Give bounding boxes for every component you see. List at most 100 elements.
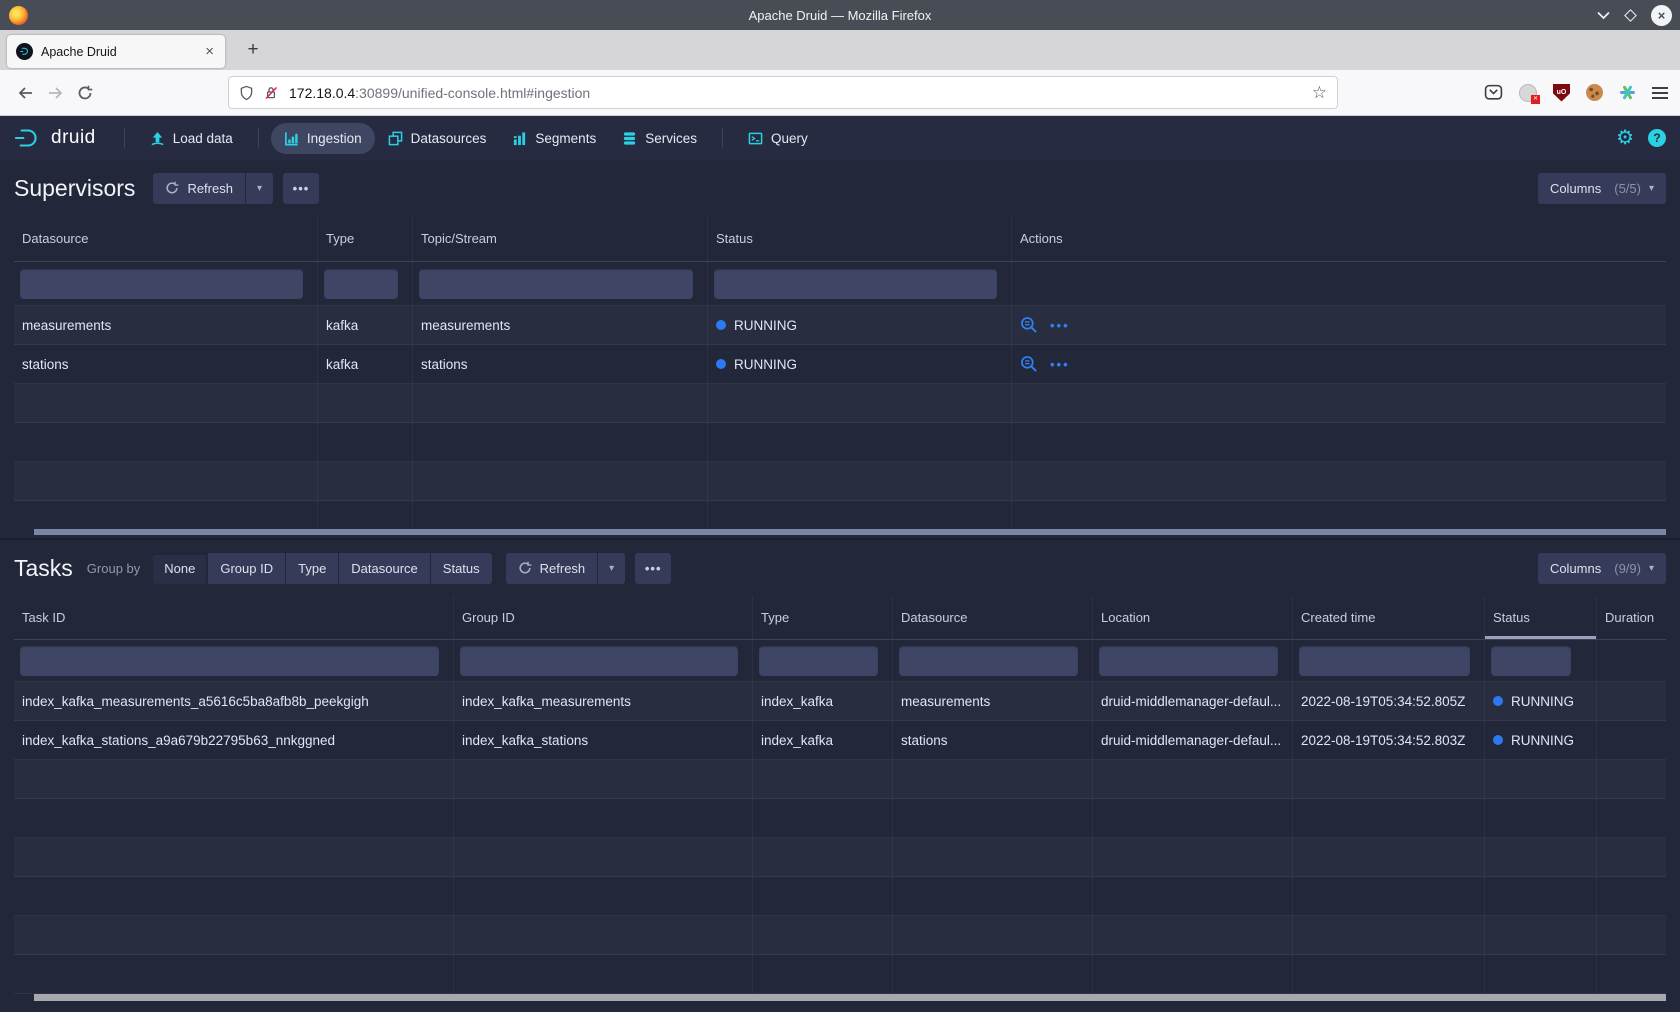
settings-gear-icon[interactable]: ⚙ <box>1616 128 1634 148</box>
tab-strip: Apache Druid × + <box>0 30 1680 70</box>
maximize-icon[interactable] <box>1624 9 1637 22</box>
status-filter-input[interactable] <box>1491 646 1571 676</box>
column-header[interactable]: Duration <box>1597 596 1666 639</box>
new-tab-button[interactable]: + <box>238 35 268 65</box>
url-bar[interactable]: 172.18.0.4:30899/unified-console.html#in… <box>228 76 1338 109</box>
shield-icon[interactable] <box>239 85 254 101</box>
refresh-label: Refresh <box>187 181 233 196</box>
columns-count: (9/9) <box>1614 561 1641 576</box>
type-filter-input[interactable] <box>759 646 878 676</box>
column-header[interactable]: Group ID <box>454 596 753 639</box>
cookie-extension-icon[interactable] <box>1586 84 1603 101</box>
supervisors-refresh-caret[interactable]: ▾ <box>246 173 273 204</box>
bookmark-star-icon[interactable]: ☆ <box>1312 83 1327 103</box>
group-by-none-button[interactable]: None <box>152 553 207 584</box>
column-header[interactable]: Location <box>1093 596 1293 639</box>
column-header[interactable]: Actions <box>1012 216 1666 261</box>
tab-title: Apache Druid <box>41 45 203 59</box>
tab-close-icon[interactable]: × <box>203 43 216 60</box>
supervisors-refresh-button[interactable]: Refresh <box>153 173 245 204</box>
topic-cell: measurements <box>413 306 708 344</box>
insecure-lock-icon[interactable] <box>263 85 279 101</box>
nav-item-query[interactable]: Query <box>735 123 821 154</box>
column-header[interactable]: Datasource <box>14 216 318 261</box>
group-by-type-button[interactable]: Type <box>286 553 338 584</box>
window-close-icon[interactable]: × <box>1651 5 1672 26</box>
scrollbar-thumb[interactable] <box>34 994 1666 1001</box>
druid-logo-icon <box>14 127 44 149</box>
supervisor-row[interactable]: measurements kafka measurements RUNNING … <box>14 306 1666 345</box>
datasource-filter-input[interactable] <box>899 646 1078 676</box>
group-id-filter-input[interactable] <box>460 646 738 676</box>
window-titlebar: Apache Druid — Mozilla Firefox × <box>0 0 1680 30</box>
column-header[interactable]: Type <box>753 596 893 639</box>
created-time-filter-input[interactable] <box>1299 646 1470 676</box>
nav-item-label: Segments <box>535 131 596 146</box>
supervisors-header: Supervisors Refresh ▾ ••• Columns(5/5) ▾ <box>0 160 1680 216</box>
row-more-actions-icon[interactable]: ••• <box>1050 357 1070 372</box>
inspect-magnifier-icon[interactable] <box>1020 355 1038 373</box>
columns-count: (5/5) <box>1614 181 1641 196</box>
druid-logo[interactable]: druid <box>14 127 96 149</box>
minimize-icon[interactable] <box>1597 11 1610 20</box>
nav-item-datasources[interactable]: Datasources <box>375 123 500 154</box>
supervisors-columns-button[interactable]: Columns(5/5) ▾ <box>1538 173 1666 204</box>
scrollbar-thumb[interactable] <box>34 529 1666 535</box>
extension-sparkle-icon[interactable] <box>1619 84 1636 101</box>
forward-button[interactable] <box>40 78 70 108</box>
nav-item-ingestion[interactable]: Ingestion <box>271 123 375 154</box>
supervisors-horizontal-scrollbar[interactable] <box>14 528 1666 536</box>
query-icon <box>748 131 763 146</box>
tasks-header: Tasks Group by None Group ID Type Dataso… <box>0 540 1680 596</box>
column-header[interactable]: Datasource <box>893 596 1093 639</box>
nav-item-segments[interactable]: Segments <box>499 123 609 154</box>
extension-disabled-icon[interactable] <box>1519 84 1537 102</box>
group-by-datasource-button[interactable]: Datasource <box>339 553 429 584</box>
back-button[interactable] <box>10 78 40 108</box>
datasource-filter-input[interactable] <box>20 269 303 299</box>
reload-button[interactable] <box>70 78 100 108</box>
browser-tab[interactable]: Apache Druid × <box>7 35 225 68</box>
tasks-refresh-button[interactable]: Refresh <box>506 553 598 584</box>
supervisor-row[interactable]: stations kafka stations RUNNING ••• <box>14 345 1666 384</box>
location-filter-input[interactable] <box>1099 646 1278 676</box>
task-id-filter-input[interactable] <box>20 646 439 676</box>
ublock-origin-icon[interactable]: uO <box>1553 84 1570 102</box>
supervisors-more-button[interactable]: ••• <box>283 173 319 204</box>
column-header-sorted[interactable]: Status <box>1485 596 1597 639</box>
nav-divider <box>124 128 125 148</box>
nav-item-services[interactable]: Services <box>609 123 710 154</box>
tasks-more-button[interactable]: ••• <box>635 553 671 584</box>
task-row[interactable]: index_kafka_measurements_a5616c5ba8afb8b… <box>14 682 1666 721</box>
status-dot <box>1493 696 1503 706</box>
services-icon <box>622 131 637 146</box>
topic-filter-input[interactable] <box>419 269 693 299</box>
supervisors-table: Datasource Type Topic/Stream Status Acti… <box>14 216 1666 528</box>
column-header[interactable]: Created time <box>1293 596 1485 639</box>
group-by-group-id-button[interactable]: Group ID <box>208 553 285 584</box>
pocket-icon[interactable] <box>1484 84 1503 101</box>
column-header[interactable]: Task ID <box>14 596 454 639</box>
column-header[interactable]: Status <box>708 216 1012 261</box>
actions-cell: ••• <box>1012 306 1666 344</box>
type-cell: index_kafka <box>753 721 893 759</box>
inspect-magnifier-icon[interactable] <box>1020 316 1038 334</box>
group-by-status-button[interactable]: Status <box>431 553 492 584</box>
status-filter-input[interactable] <box>714 269 997 299</box>
column-header[interactable]: Topic/Stream <box>413 216 708 261</box>
caret-down-icon: ▾ <box>609 563 614 574</box>
row-more-actions-icon[interactable]: ••• <box>1050 318 1070 333</box>
tasks-columns-button[interactable]: Columns(9/9) ▾ <box>1538 553 1666 584</box>
url-text[interactable]: 172.18.0.4:30899/unified-console.html#in… <box>289 85 1312 101</box>
task-row[interactable]: index_kafka_stations_a9a679b22795b63_nnk… <box>14 721 1666 760</box>
column-header[interactable]: Type <box>318 216 413 261</box>
tasks-horizontal-scrollbar[interactable] <box>14 994 1666 1002</box>
tasks-refresh-caret[interactable]: ▾ <box>598 553 625 584</box>
help-icon[interactable]: ? <box>1648 129 1666 147</box>
menu-icon[interactable] <box>1652 84 1668 102</box>
type-filter-input[interactable] <box>324 269 398 299</box>
empty-row <box>14 760 1666 799</box>
nav-item-label: Load data <box>173 131 233 146</box>
nav-item-load-data[interactable]: Load data <box>137 123 246 154</box>
window-title: Apache Druid — Mozilla Firefox <box>0 8 1680 23</box>
